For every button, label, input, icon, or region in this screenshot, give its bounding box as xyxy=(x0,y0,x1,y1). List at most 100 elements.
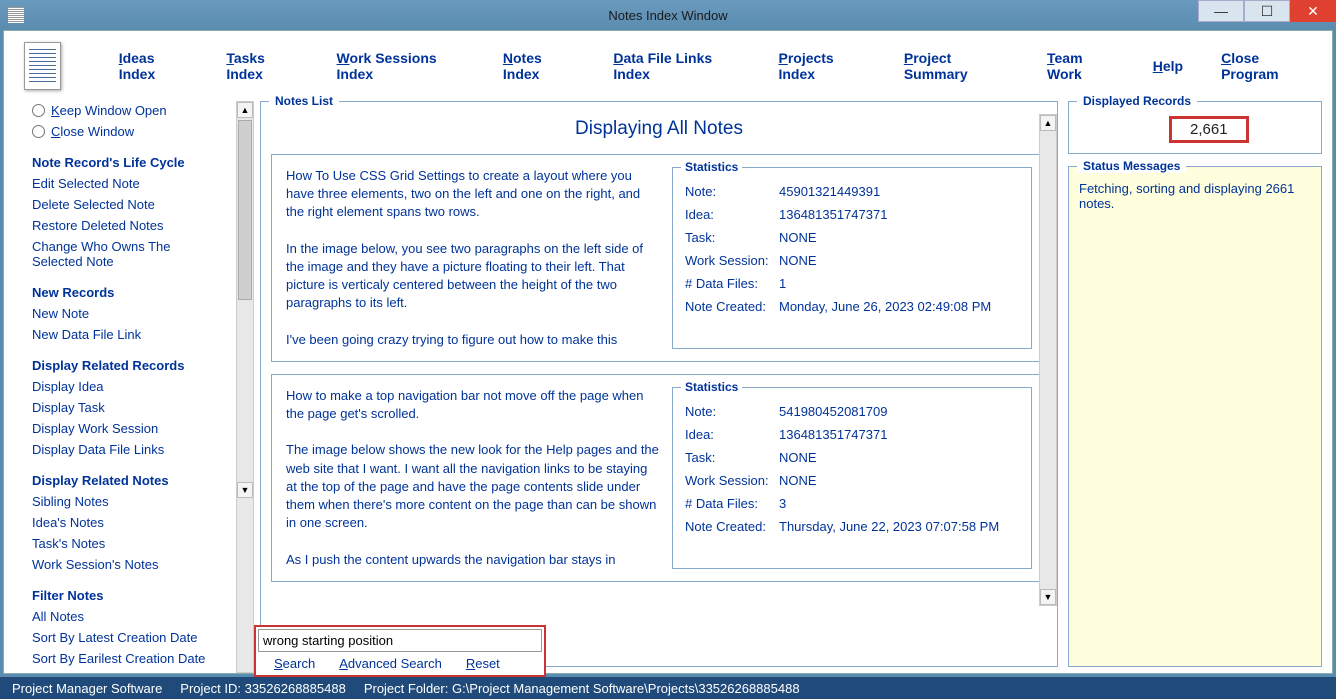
sidebar-link[interactable]: Display Idea xyxy=(32,379,222,394)
window-body: Ideas Index Tasks Index Work Sessions In… xyxy=(3,30,1333,674)
sidebar-link[interactable]: New Data File Link xyxy=(32,327,222,342)
stat-row: Task:NONE xyxy=(685,446,1019,469)
sidebar-link[interactable]: Change Who Owns The Selected Note xyxy=(32,239,222,269)
stat-label: Note Created: xyxy=(685,519,779,534)
notes-list-box: Notes List Displaying All Notes How To U… xyxy=(260,101,1058,667)
titlebar: Notes Index Window — ☐ ✕ xyxy=(0,0,1336,30)
notes-scrollbar[interactable]: ▲ ▼ xyxy=(1039,114,1057,606)
stat-row: Work Session:NONE xyxy=(685,249,1019,272)
menu-notes-index[interactable]: Notes Index xyxy=(503,50,575,82)
sidebar-link[interactable]: Delete Selected Note xyxy=(32,197,222,212)
stat-value: 136481351747371 xyxy=(779,207,887,222)
notes-list-legend: Notes List xyxy=(269,94,339,108)
sidebar-header: Display Related Notes xyxy=(32,473,222,488)
note-card[interactable]: How To Use CSS Grid Settings to create a… xyxy=(271,154,1047,362)
stat-value: NONE xyxy=(779,230,817,245)
note-card-text: How to make a top navigation bar not mov… xyxy=(286,387,660,569)
sidebar-header: Display Related Records xyxy=(32,358,222,373)
sidebar-link[interactable]: Task's Notes xyxy=(32,536,222,551)
sidebar-header: Filter Notes xyxy=(32,588,222,603)
search-links: Search Advanced Search Reset xyxy=(258,652,542,673)
radio-keep-open-label: Keep Window Open xyxy=(51,103,167,118)
sidebar-link[interactable]: Display Data File Links xyxy=(32,442,222,457)
radio-close-window[interactable]: Close Window xyxy=(32,124,222,139)
sidebar-header: New Records xyxy=(32,285,222,300)
displayed-records-count: 2,661 xyxy=(1169,116,1249,143)
note-card-text: How To Use CSS Grid Settings to create a… xyxy=(286,167,660,349)
radio-close-window-input[interactable] xyxy=(32,125,45,138)
menu-data-file-links-index[interactable]: Data File Links Index xyxy=(613,50,740,82)
sidebar-link[interactable]: Edit Selected Note xyxy=(32,176,222,191)
close-button[interactable]: ✕ xyxy=(1290,0,1336,22)
note-card-stats: StatisticsNote:541980452081709Idea:13648… xyxy=(672,387,1032,569)
menu-work-sessions-index[interactable]: Work Sessions Index xyxy=(337,50,465,82)
notes-scroll-down-icon[interactable]: ▼ xyxy=(1040,589,1056,605)
center-panel: Notes List Displaying All Notes How To U… xyxy=(254,101,1064,673)
sidebar-link[interactable]: Sibling Notes xyxy=(32,494,222,509)
stat-value: Thursday, June 22, 2023 07:07:58 PM xyxy=(779,519,999,534)
notes-scroll-up-icon[interactable]: ▲ xyxy=(1040,115,1056,131)
menu-ideas-index[interactable]: Ideas Index xyxy=(119,50,189,82)
statusbar-project-folder: Project Folder: G:\Project Management So… xyxy=(364,681,800,696)
stat-row: Idea:136481351747371 xyxy=(685,203,1019,226)
radio-keep-open[interactable]: Keep Window Open xyxy=(32,103,222,118)
stat-value: Monday, June 26, 2023 02:49:08 PM xyxy=(779,299,991,314)
status-messages-text: Fetching, sorting and displaying 2661 no… xyxy=(1079,181,1311,211)
advanced-search-link[interactable]: Advanced Search xyxy=(339,656,442,671)
menu-help[interactable]: Help xyxy=(1153,58,1183,74)
scroll-thumb[interactable] xyxy=(238,120,252,300)
stats-legend: Statistics xyxy=(681,160,742,174)
stat-label: # Data Files: xyxy=(685,496,779,511)
reset-link[interactable]: Reset xyxy=(466,656,500,671)
stat-value: 45901321449391 xyxy=(779,184,880,199)
statusbar: Project Manager Software Project ID: 335… xyxy=(0,677,1336,699)
minimize-button[interactable]: — xyxy=(1198,0,1244,22)
stat-label: # Data Files: xyxy=(685,276,779,291)
status-messages-legend: Status Messages xyxy=(1077,159,1186,173)
stat-row: # Data Files:3 xyxy=(685,492,1019,515)
stat-value: 3 xyxy=(779,496,786,511)
note-card-stats: StatisticsNote:45901321449391Idea:136481… xyxy=(672,167,1032,349)
search-input[interactable] xyxy=(258,629,542,652)
body-area: Keep Window Open Close Window Note Recor… xyxy=(4,101,1332,673)
menu-project-summary[interactable]: Project Summary xyxy=(904,50,1009,82)
menu-tasks-index[interactable]: Tasks Index xyxy=(226,50,298,82)
stat-row: Note:45901321449391 xyxy=(685,180,1019,203)
sidebar-link[interactable]: Sort By Latest Creation Date xyxy=(32,630,222,645)
maximize-button[interactable]: ☐ xyxy=(1244,0,1290,22)
sidebar-header: Note Record's Life Cycle xyxy=(32,155,222,170)
sidebar-link[interactable]: New Note xyxy=(32,306,222,321)
scroll-up-icon[interactable]: ▲ xyxy=(237,102,253,118)
note-card[interactable]: How to make a top navigation bar not mov… xyxy=(271,374,1047,582)
stat-row: Note Created:Thursday, June 22, 2023 07:… xyxy=(685,515,1019,538)
stat-label: Idea: xyxy=(685,207,779,222)
menu-projects-index[interactable]: Projects Index xyxy=(778,50,865,82)
menu-close-program[interactable]: Close Program xyxy=(1221,50,1312,82)
right-panel: Displayed Records 2,661 Status Messages … xyxy=(1064,101,1332,673)
scroll-down-icon[interactable]: ▼ xyxy=(237,482,253,498)
stat-row: Note:541980452081709 xyxy=(685,400,1019,423)
stat-value: NONE xyxy=(779,450,817,465)
displayed-records-box: Displayed Records 2,661 xyxy=(1068,101,1322,154)
stats-legend: Statistics xyxy=(681,380,742,394)
stat-label: Work Session: xyxy=(685,253,779,268)
sidebar-link[interactable]: Display Task xyxy=(32,400,222,415)
radio-keep-open-input[interactable] xyxy=(32,104,45,117)
sidebar-link[interactable]: Display Work Session xyxy=(32,421,222,436)
stat-label: Note: xyxy=(685,184,779,199)
sidebar-link[interactable]: Work Session's Notes xyxy=(32,557,222,572)
sidebar-link[interactable]: Idea's Notes xyxy=(32,515,222,530)
sidebar-link[interactable]: Restore Deleted Notes xyxy=(32,218,222,233)
sidebar-scrollbar[interactable]: ▲ ▼ xyxy=(236,101,254,673)
search-link[interactable]: Search xyxy=(274,656,315,671)
displayed-records-legend: Displayed Records xyxy=(1077,94,1197,108)
menu-team-work[interactable]: Team Work xyxy=(1047,50,1115,82)
status-messages-box: Status Messages Fetching, sorting and di… xyxy=(1068,166,1322,667)
stat-value: 541980452081709 xyxy=(779,404,887,419)
sidebar-link[interactable]: Sort By Earilest Creation Date xyxy=(32,651,222,666)
window-title: Notes Index Window xyxy=(608,8,727,23)
notes-cards: How To Use CSS Grid Settings to create a… xyxy=(261,150,1057,666)
statusbar-project-id: Project ID: 33526268885488 xyxy=(180,681,346,696)
sidebar-link[interactable]: All Notes xyxy=(32,609,222,624)
stat-label: Note: xyxy=(685,404,779,419)
